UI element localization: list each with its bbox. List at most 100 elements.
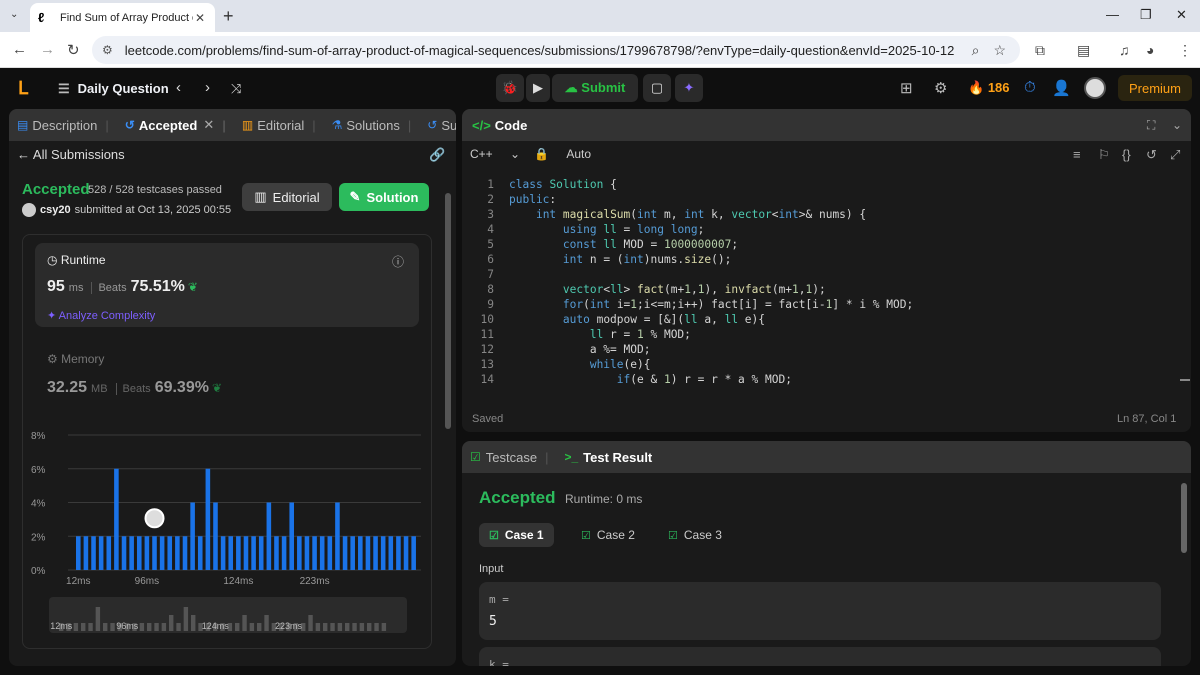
- media-icon[interactable]: ♫: [1119, 42, 1130, 58]
- chart-minimap-bar: [176, 623, 181, 631]
- browser-tab[interactable]: ℓ Find Sum of Array Product of M ✕: [30, 3, 215, 32]
- tab-description[interactable]: ▤ Description |: [9, 118, 117, 133]
- forward-icon[interactable]: →: [40, 41, 55, 58]
- braces-icon[interactable]: {}: [1122, 147, 1131, 162]
- case-3-tab[interactable]: ☑ Case 3: [658, 523, 732, 547]
- chart-minimap-bar: [308, 615, 313, 631]
- language-select[interactable]: C++ ⌄: [470, 147, 520, 161]
- input-var-name: m =: [489, 593, 509, 606]
- settings-gear-icon[interactable]: ⚙: [934, 79, 947, 97]
- chart-user-marker: [144, 508, 165, 529]
- shuffle-icon[interactable]: ⤨: [231, 81, 241, 97]
- editorial-button[interactable]: ▥ Editorial: [242, 183, 332, 211]
- submit-button[interactable]: ☁ Submit: [552, 74, 638, 102]
- runtime-distribution-chart[interactable]: 8% 6% 4% 2% 0% 12ms 96ms 124ms 223ms 12ms 96ms 124m…: [23, 425, 433, 650]
- tab-solutions[interactable]: ⚗ Solutions |: [324, 118, 420, 133]
- back-icon[interactable]: ←: [12, 41, 27, 58]
- code-scrollbar[interactable]: [1180, 379, 1190, 381]
- zoom-icon[interactable]: ⌕: [972, 42, 980, 59]
- submission-panel: ▤ Description | ↺ Accepted ✕ | ▥ Editorial | ⚗ S…: [9, 109, 456, 666]
- solution-button[interactable]: ✎ Solution: [339, 183, 429, 211]
- chart-bar: [83, 536, 89, 570]
- user-avatar[interactable]: [1084, 77, 1106, 99]
- side-panel-icon[interactable]: ▤: [1077, 42, 1090, 59]
- chart-minimap-bar: [345, 623, 350, 631]
- debug-button[interactable]: 🐞: [496, 74, 524, 102]
- chart-x-tick-label: 96ms: [135, 576, 159, 587]
- daily-question-link[interactable]: ☰ Daily Question: [58, 81, 169, 97]
- chart-minimap-bar: [169, 615, 174, 631]
- input-k-box[interactable]: k =: [479, 647, 1161, 666]
- tab-editorial[interactable]: ▥ Editorial |: [234, 118, 324, 133]
- user-avatar-mini: [22, 203, 36, 217]
- input-m-box[interactable]: m = 5: [479, 582, 1161, 640]
- scroll-thumb[interactable]: [445, 193, 451, 429]
- fullscreen-icon[interactable]: ⤢: [1170, 147, 1180, 163]
- chart-bar: [365, 536, 371, 570]
- chart-minimap-bar: [73, 623, 79, 631]
- tab-submissions[interactable]: ↺Submissio: [419, 118, 456, 133]
- run-button[interactable]: ▶: [526, 74, 550, 102]
- left-panel-tabs: ▤ Description | ↺ Accepted ✕ | ▥ Editorial | ⚗ S…: [9, 109, 456, 141]
- chart-minimap-bar: [249, 623, 255, 631]
- clock-icon: ◷: [47, 253, 61, 267]
- extensions-icon[interactable]: ⧉: [1035, 42, 1045, 59]
- auto-mode[interactable]: 🔒 Auto: [534, 147, 605, 161]
- minimize-icon[interactable]: —: [1106, 7, 1119, 22]
- analyze-complexity-link[interactable]: ✦ Analyze Complexity: [47, 309, 155, 322]
- tab-accepted[interactable]: ↺ Accepted ✕ |: [117, 117, 234, 133]
- case-1-tab[interactable]: ☑ Case 1: [479, 523, 554, 547]
- notes-button[interactable]: ▢: [643, 74, 671, 102]
- streak-counter[interactable]: 🔥 186: [968, 80, 1010, 96]
- leetcode-logo-icon[interactable]: ᒪ: [18, 78, 38, 98]
- submission-info: csy20 submitted at Oct 13, 2025 00:55: [22, 203, 231, 217]
- tab-testcase[interactable]: ☑ Testcase |: [462, 450, 556, 465]
- chart-bar: [380, 536, 386, 570]
- reload-icon[interactable]: ↻: [67, 41, 80, 59]
- reset-icon[interactable]: ↺: [1146, 147, 1157, 163]
- left-scrollbar[interactable]: [445, 179, 451, 659]
- runtime-box[interactable]: ◷ Runtime ⓘ 95 ms Beats 75.51% ❦ ✦ Analy…: [35, 243, 419, 327]
- cursor-position: Ln 87, Col 1: [1117, 413, 1177, 425]
- layout-icon[interactable]: ⊞: [900, 79, 913, 97]
- timer-icon[interactable]: ⏱: [1024, 79, 1036, 96]
- add-friend-icon[interactable]: 👤: [1052, 79, 1071, 97]
- close-window-icon[interactable]: ✕: [1176, 7, 1187, 23]
- chart-minimap-bar: [337, 623, 343, 631]
- bookmark-icon[interactable]: ⚐: [1098, 147, 1110, 163]
- chart-minimap-bar: [374, 623, 379, 631]
- restore-icon[interactable]: ❐: [1140, 7, 1152, 23]
- username[interactable]: csy20: [40, 204, 71, 216]
- tab-test-result[interactable]: >_ Test Result: [556, 450, 660, 465]
- chart-bar: [190, 502, 195, 570]
- saved-status: Saved: [472, 413, 504, 425]
- code-panel-header: </> Code ⛶ ⌄: [462, 109, 1191, 141]
- menu-icon[interactable]: ⋮: [1178, 42, 1192, 59]
- address-bar[interactable]: ⚙ leetcode.com/problems/find-sum-of-arra…: [92, 36, 1020, 64]
- close-tab-icon[interactable]: ✕: [193, 11, 207, 25]
- chart-bar: [121, 536, 127, 570]
- code-line: 12 a %= MOD;: [480, 343, 651, 356]
- chart-x-tick-label: 12ms: [66, 576, 90, 587]
- next-problem-icon[interactable]: ›: [205, 79, 210, 96]
- prev-problem-icon[interactable]: ‹: [176, 79, 181, 96]
- tab-search-icon[interactable]: ⌄: [10, 9, 18, 20]
- code-editor[interactable]: 1 class Solution { 2 public: 3 int magical…: [462, 175, 1191, 397]
- memory-metric: 32.25 MB Beats 69.39% ❦: [47, 379, 223, 396]
- info-icon[interactable]: ⓘ: [392, 253, 404, 270]
- profile-icon[interactable]: ◕: [1146, 42, 1154, 58]
- close-tab-icon[interactable]: ✕: [203, 117, 214, 133]
- check-icon: ☑: [668, 529, 678, 542]
- site-info-icon[interactable]: ⚙: [102, 43, 113, 57]
- premium-button[interactable]: Premium: [1118, 75, 1192, 101]
- maximize-icon[interactable]: ⛶: [1147, 118, 1155, 133]
- format-icon[interactable]: ≡: [1073, 147, 1081, 162]
- ai-button[interactable]: ✦: [675, 74, 703, 102]
- new-tab-icon[interactable]: +: [223, 6, 234, 27]
- test-scrollbar[interactable]: [1181, 483, 1187, 553]
- bookmark-star-icon[interactable]: ☆: [993, 42, 1006, 59]
- share-link-icon[interactable]: 🔗: [429, 147, 445, 163]
- case-2-tab[interactable]: ☑ Case 2: [571, 523, 645, 547]
- collapse-icon[interactable]: ⌄: [1172, 118, 1182, 132]
- all-submissions-link[interactable]: ← All Submissions: [17, 147, 125, 162]
